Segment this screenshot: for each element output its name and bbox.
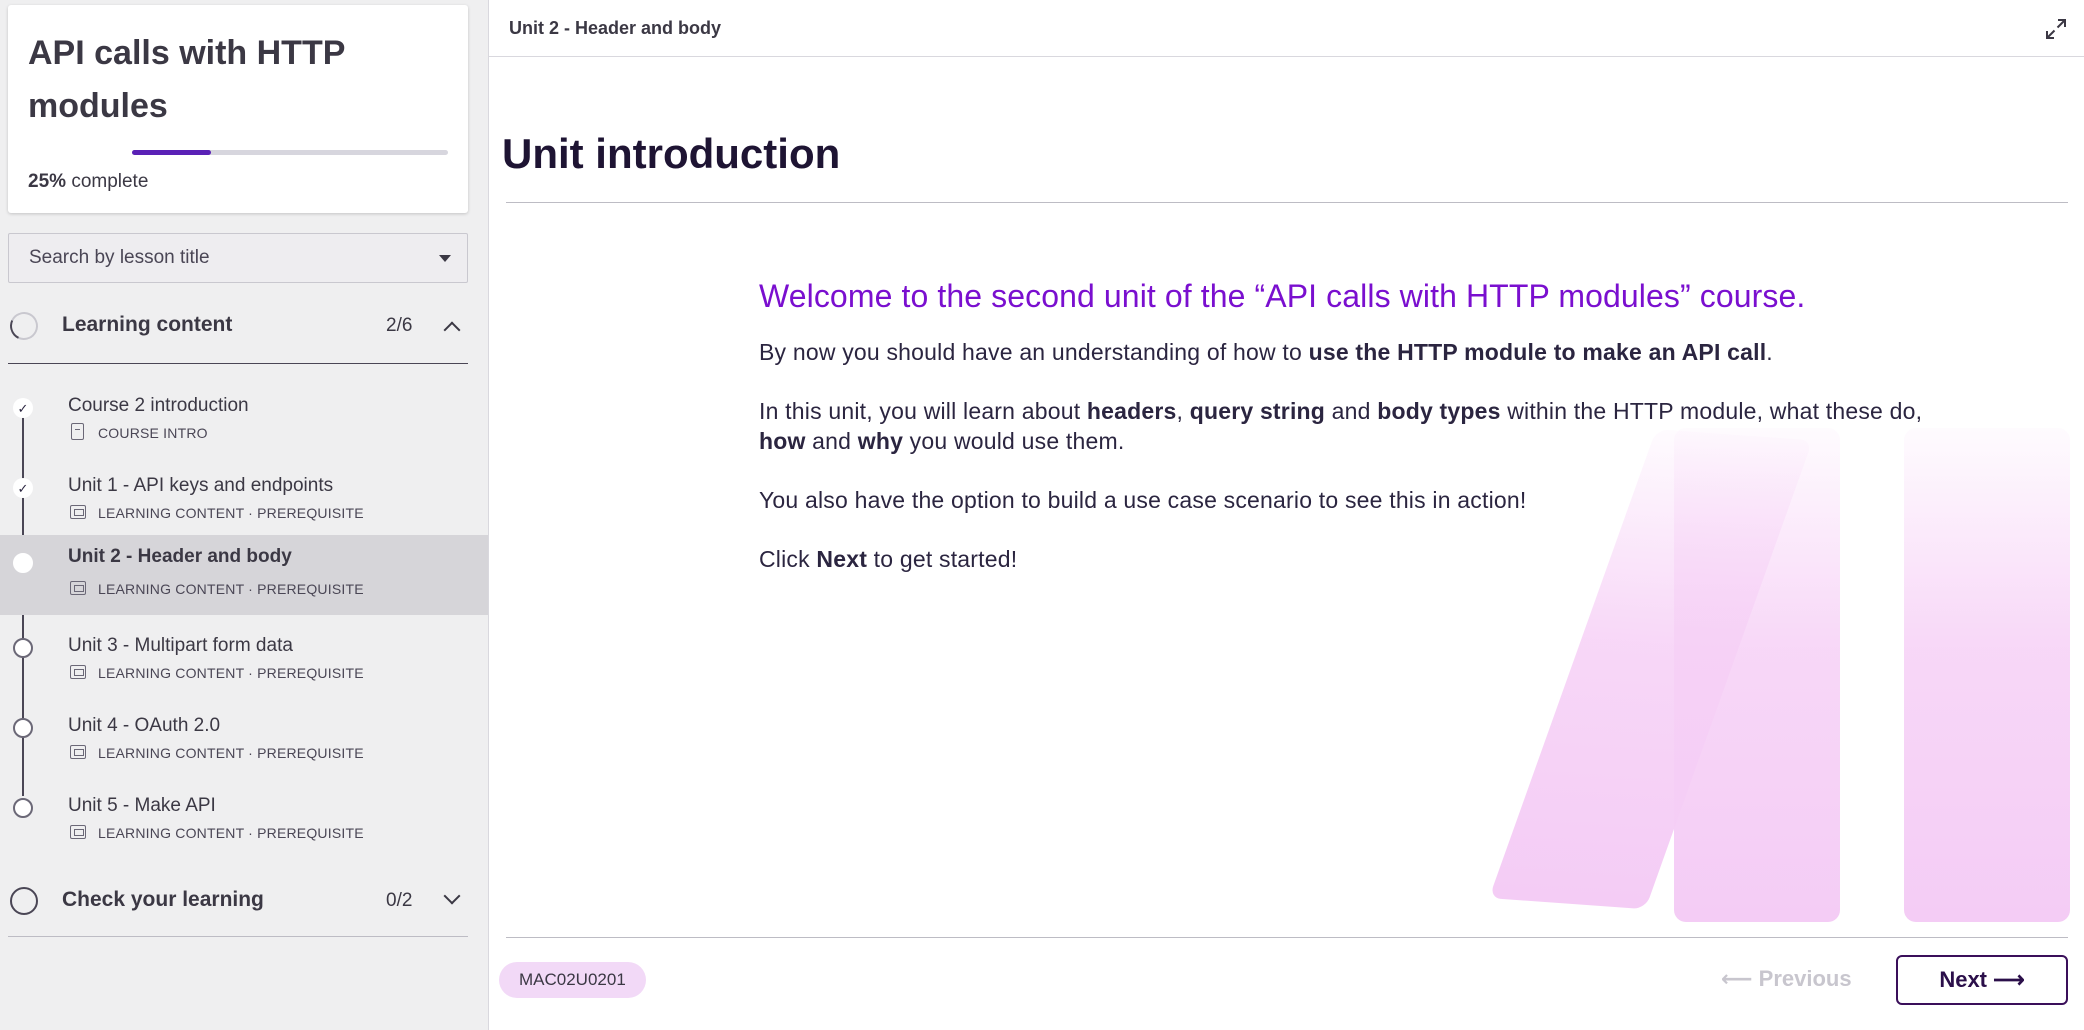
lesson-title: Unit 1 - API keys and endpoints xyxy=(68,475,334,496)
next-button[interactable]: Next ⟶ xyxy=(1896,955,2068,1005)
section-divider xyxy=(8,936,468,937)
paragraph-4: Click Next to get started! xyxy=(759,546,1018,572)
incomplete-circle-icon xyxy=(13,798,33,818)
lesson-meta: COURSE INTRO xyxy=(98,425,208,441)
lesson-meta: LEARNING CONTENT · PREREQUISITE xyxy=(98,665,364,681)
lesson-topbar-title: Unit 2 - Header and body xyxy=(509,18,722,38)
course-sidebar: API calls with HTTP modules 25% complete… xyxy=(0,0,488,1030)
lesson-content: Welcome to the second unit of the “API c… xyxy=(759,278,1939,603)
lesson-item-unit-3[interactable]: Unit 3 - Multipart form data LEARNING CO… xyxy=(0,620,488,700)
course-title: API calls with HTTP modules xyxy=(28,34,345,125)
progress-bar-fill xyxy=(132,150,211,155)
paragraph-3: You also have the option to build a use … xyxy=(759,487,1527,513)
section-learning-content[interactable]: Learning content 2/6 xyxy=(0,297,468,357)
lesson-code-badge: MAC02U0201 xyxy=(499,962,646,998)
progress-ring-icon xyxy=(10,887,38,915)
chevron-up-icon[interactable] xyxy=(443,321,461,339)
lesson-meta: LEARNING CONTENT · PREREQUISITE xyxy=(98,745,364,761)
chevron-down-icon[interactable] xyxy=(443,887,461,905)
welcome-heading: Welcome to the second unit of the “API c… xyxy=(759,278,1806,314)
paragraph-2: In this unit, you will learn about heade… xyxy=(759,398,1923,454)
incomplete-circle-icon xyxy=(13,638,33,658)
presentation-icon xyxy=(70,825,86,839)
checkmark-icon: ✓ xyxy=(13,398,33,418)
lesson-search-dropdown[interactable]: Search by lesson title xyxy=(8,233,468,283)
search-placeholder: Search by lesson title xyxy=(29,247,210,268)
previous-button[interactable]: ⟵ Previous xyxy=(1721,966,1852,992)
presentation-icon xyxy=(70,581,86,595)
lesson-meta: LEARNING CONTENT · PREREQUISITE xyxy=(98,581,364,597)
section-count: 0/2 xyxy=(386,890,413,911)
page-title: Unit introduction xyxy=(502,130,841,177)
paragraph-1: By now you should have an understanding … xyxy=(759,339,1773,365)
lesson-item-unit-2[interactable]: Unit 2 - Header and body LEARNING CONTEN… xyxy=(0,535,488,615)
section-divider xyxy=(8,363,468,364)
footer-divider xyxy=(506,937,2068,938)
lesson-title: Unit 5 - Make API xyxy=(68,795,216,816)
lesson-title: Unit 3 - Multipart form data xyxy=(68,635,293,656)
section-count: 2/6 xyxy=(386,315,413,336)
progress-suffix: complete xyxy=(71,171,149,192)
document-icon xyxy=(71,423,84,440)
progress-ring-icon xyxy=(6,308,42,344)
presentation-icon xyxy=(70,745,86,759)
progress-bar xyxy=(132,150,448,155)
lesson-title: Unit 2 - Header and body xyxy=(68,546,292,567)
lesson-item-unit-1[interactable]: ✓ Unit 1 - API keys and endpoints LEARNI… xyxy=(0,460,488,540)
lesson-title: Unit 4 - OAuth 2.0 xyxy=(68,715,221,736)
section-title: Learning content xyxy=(62,313,233,336)
progress-percent: 25% xyxy=(28,171,67,192)
section-check-your-learning[interactable]: Check your learning 0/2 xyxy=(0,872,468,932)
course-card: API calls with HTTP modules 25% complete xyxy=(8,5,468,213)
incomplete-circle-icon xyxy=(13,718,33,738)
checkmark-icon: ✓ xyxy=(13,478,33,498)
expand-icon[interactable] xyxy=(2045,18,2067,40)
heading-divider xyxy=(506,202,2068,203)
section-title: Check your learning xyxy=(62,888,264,911)
lesson-title: Course 2 introduction xyxy=(68,395,249,416)
lesson-meta: LEARNING CONTENT · PREREQUISITE xyxy=(98,505,364,521)
lesson-item-unit-4[interactable]: Unit 4 - OAuth 2.0 LEARNING CONTENT · PR… xyxy=(0,700,488,780)
progress-text: 25% complete xyxy=(28,171,148,193)
current-lesson-dot-icon xyxy=(13,553,33,573)
presentation-icon xyxy=(70,505,86,519)
lesson-item-course-2-introduction[interactable]: ✓ Course 2 introduction COURSE INTRO xyxy=(0,380,488,460)
lesson-item-unit-5[interactable]: Unit 5 - Make API LEARNING CONTENT · PRE… xyxy=(0,780,488,860)
lesson-topbar: Unit 2 - Header and body xyxy=(489,0,2084,57)
caret-down-icon xyxy=(439,255,451,262)
lesson-meta: LEARNING CONTENT · PREREQUISITE xyxy=(98,825,364,841)
lesson-panel: Unit 2 - Header and body Unit introducti… xyxy=(488,0,2084,1030)
presentation-icon xyxy=(70,665,86,679)
